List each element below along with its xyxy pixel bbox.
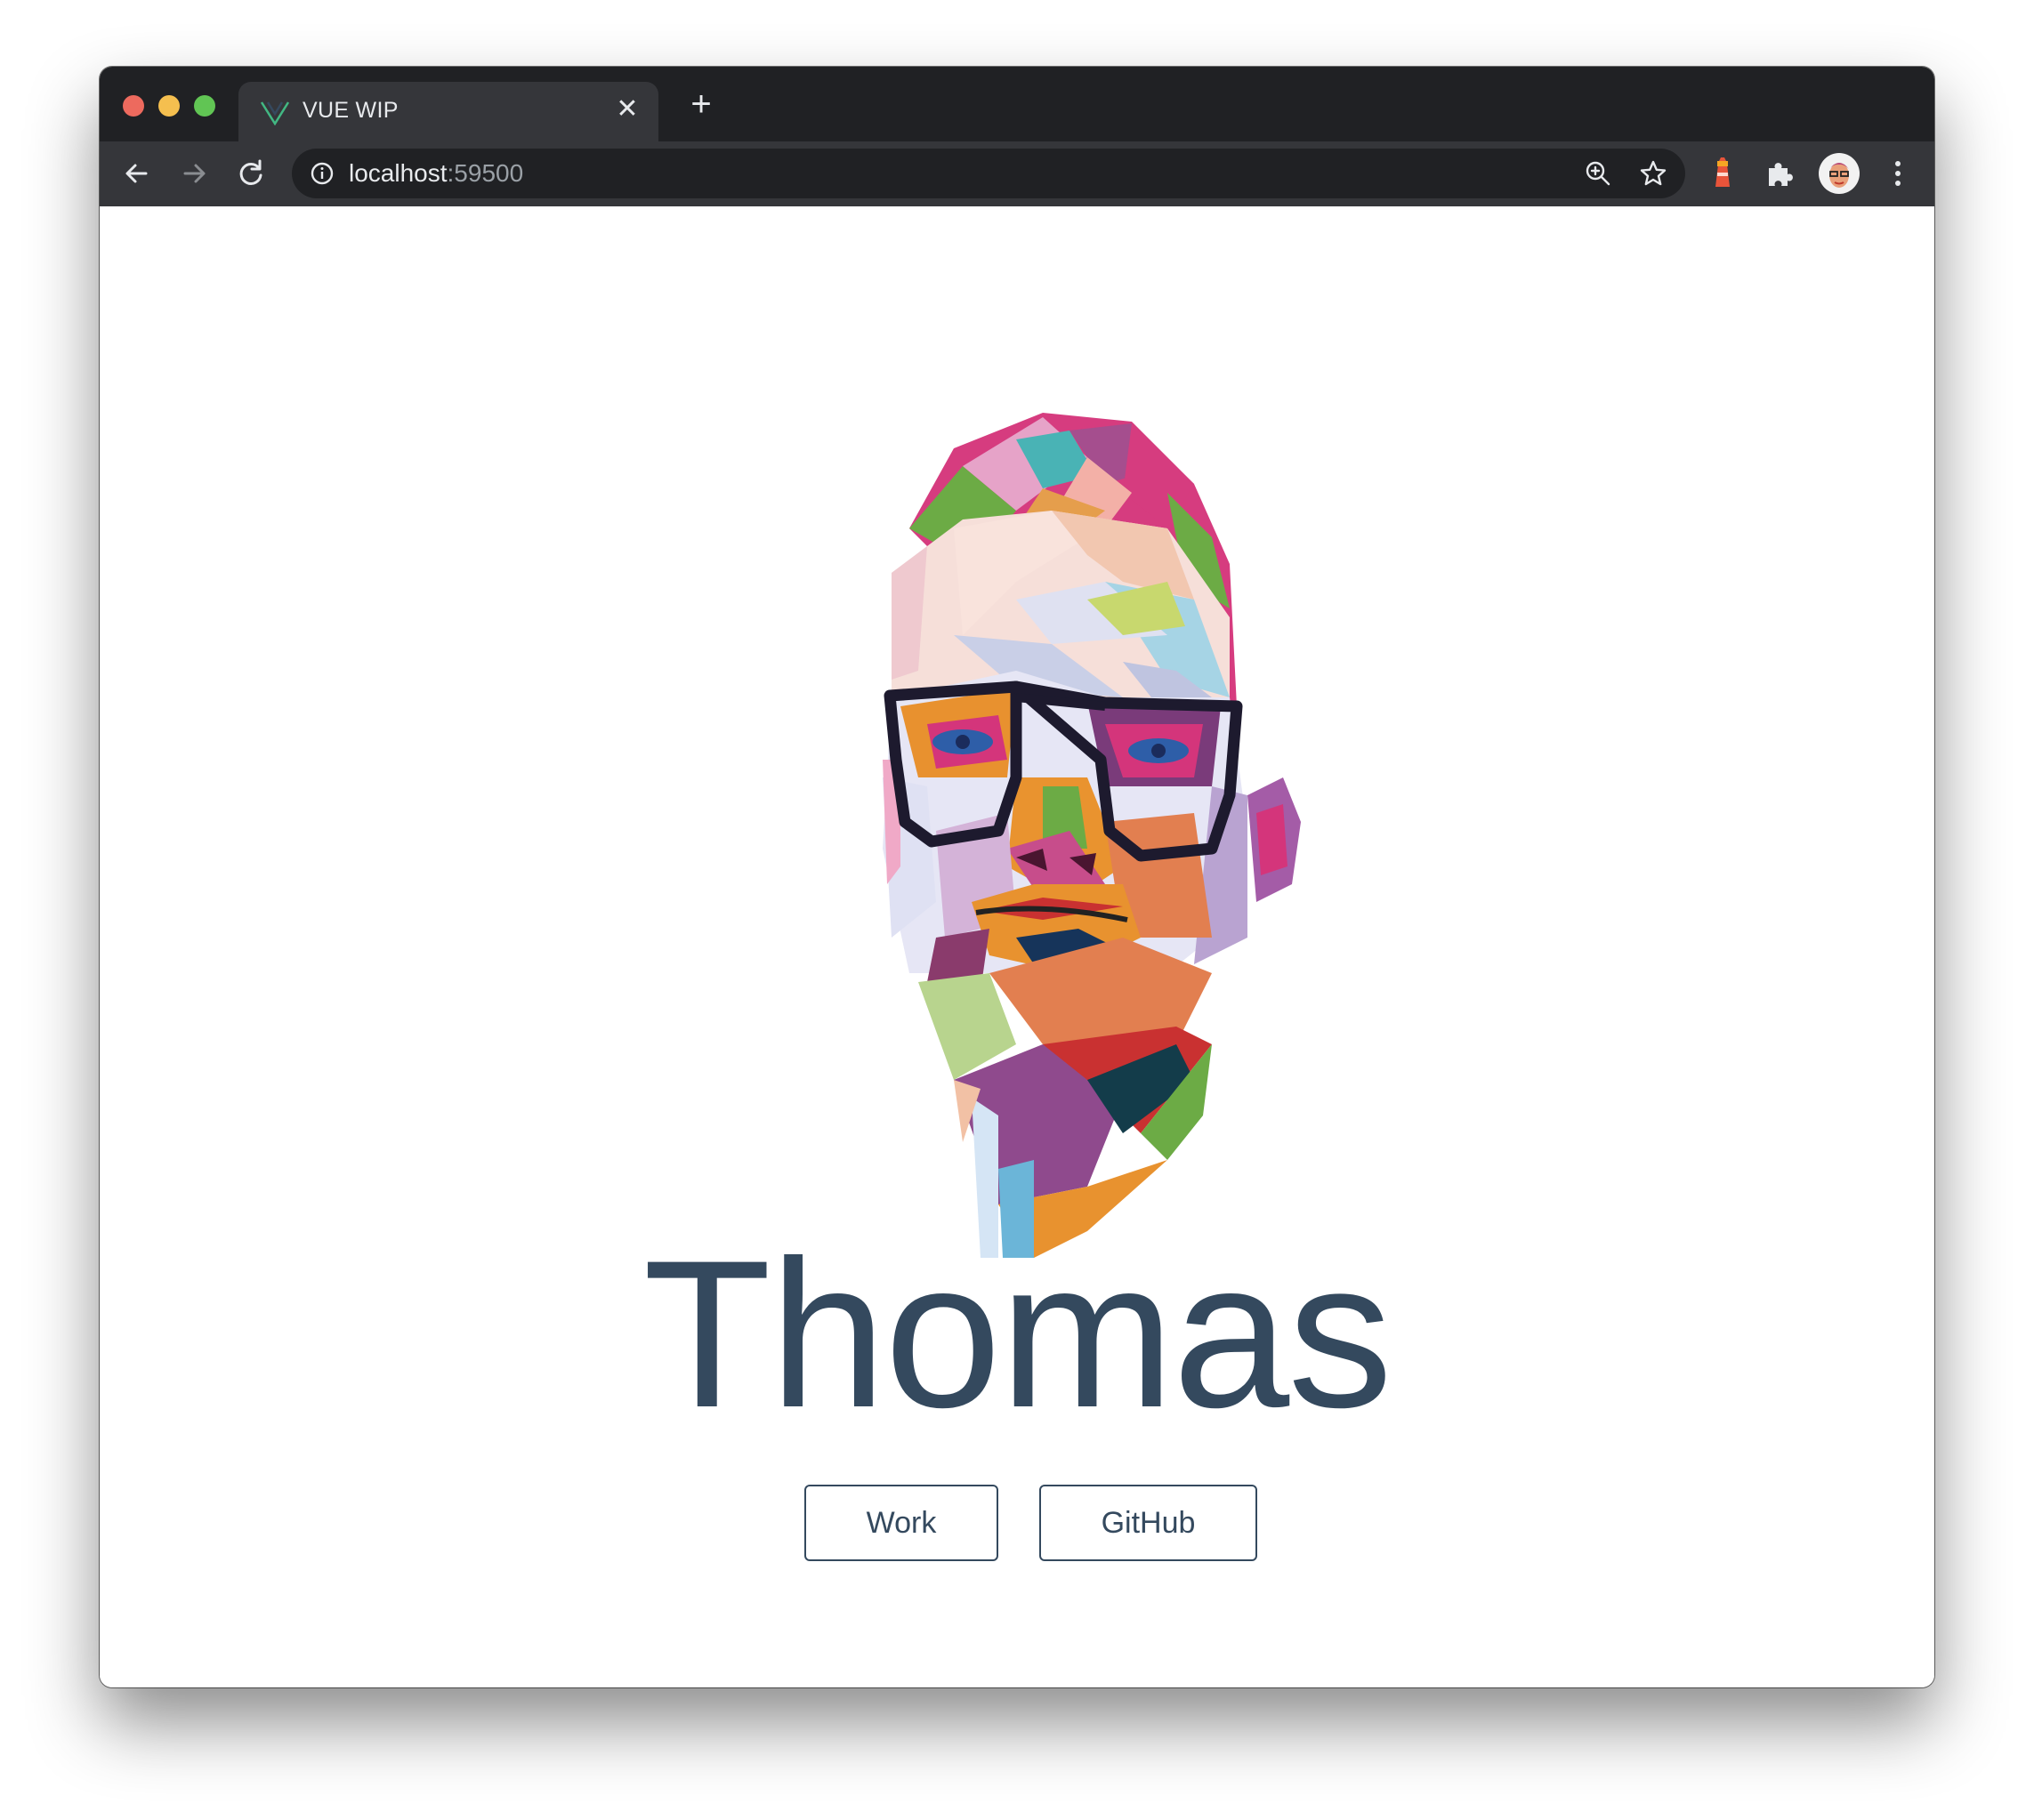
site-info-icon[interactable] (310, 161, 335, 186)
hero-buttons: Work GitHub (100, 1485, 1934, 1563)
lighthouse-extension-icon[interactable] (1707, 157, 1739, 189)
vue-icon (260, 101, 290, 125)
close-tab-icon[interactable]: ✕ (612, 94, 642, 125)
browser-toolbar: localhost:59500 (100, 141, 1934, 206)
forward-icon[interactable] (176, 156, 212, 191)
geometric-portrait-image (883, 413, 1301, 1258)
hero-name: Thomas (642, 1217, 1393, 1452)
avatar-icon (1829, 163, 1849, 188)
zoom-icon[interactable] (1584, 159, 1612, 188)
back-icon[interactable] (119, 156, 155, 191)
github-button[interactable]: GitHub (1039, 1485, 1257, 1561)
maximize-window-button[interactable] (194, 95, 215, 117)
browser-window: VUE WIP ✕ + localhost:59500 Thomas Work … (100, 67, 1934, 1687)
reload-icon[interactable] (233, 156, 269, 191)
tab-title: VUE WIP (303, 98, 399, 123)
extensions-puzzle-icon[interactable] (1764, 157, 1796, 189)
page-content: Thomas Work GitHub (100, 206, 1934, 1687)
browser-menu-icon[interactable] (1883, 156, 1913, 191)
desktop-background: VUE WIP ✕ + localhost:59500 Thomas Work … (0, 0, 2034, 1820)
tab-vue-wip[interactable]: VUE WIP ✕ (238, 82, 658, 141)
url-text[interactable]: localhost:59500 (349, 159, 523, 188)
new-tab-button[interactable]: + (683, 86, 719, 122)
minimize-window-button[interactable] (158, 95, 180, 117)
profile-avatar[interactable] (1819, 153, 1860, 194)
work-button[interactable]: Work (804, 1485, 998, 1561)
bookmark-star-icon[interactable] (1639, 159, 1667, 188)
tab-strip: VUE WIP ✕ + (100, 67, 1934, 141)
address-bar[interactable]: localhost:59500 (292, 149, 1685, 198)
close-window-button[interactable] (123, 95, 144, 117)
